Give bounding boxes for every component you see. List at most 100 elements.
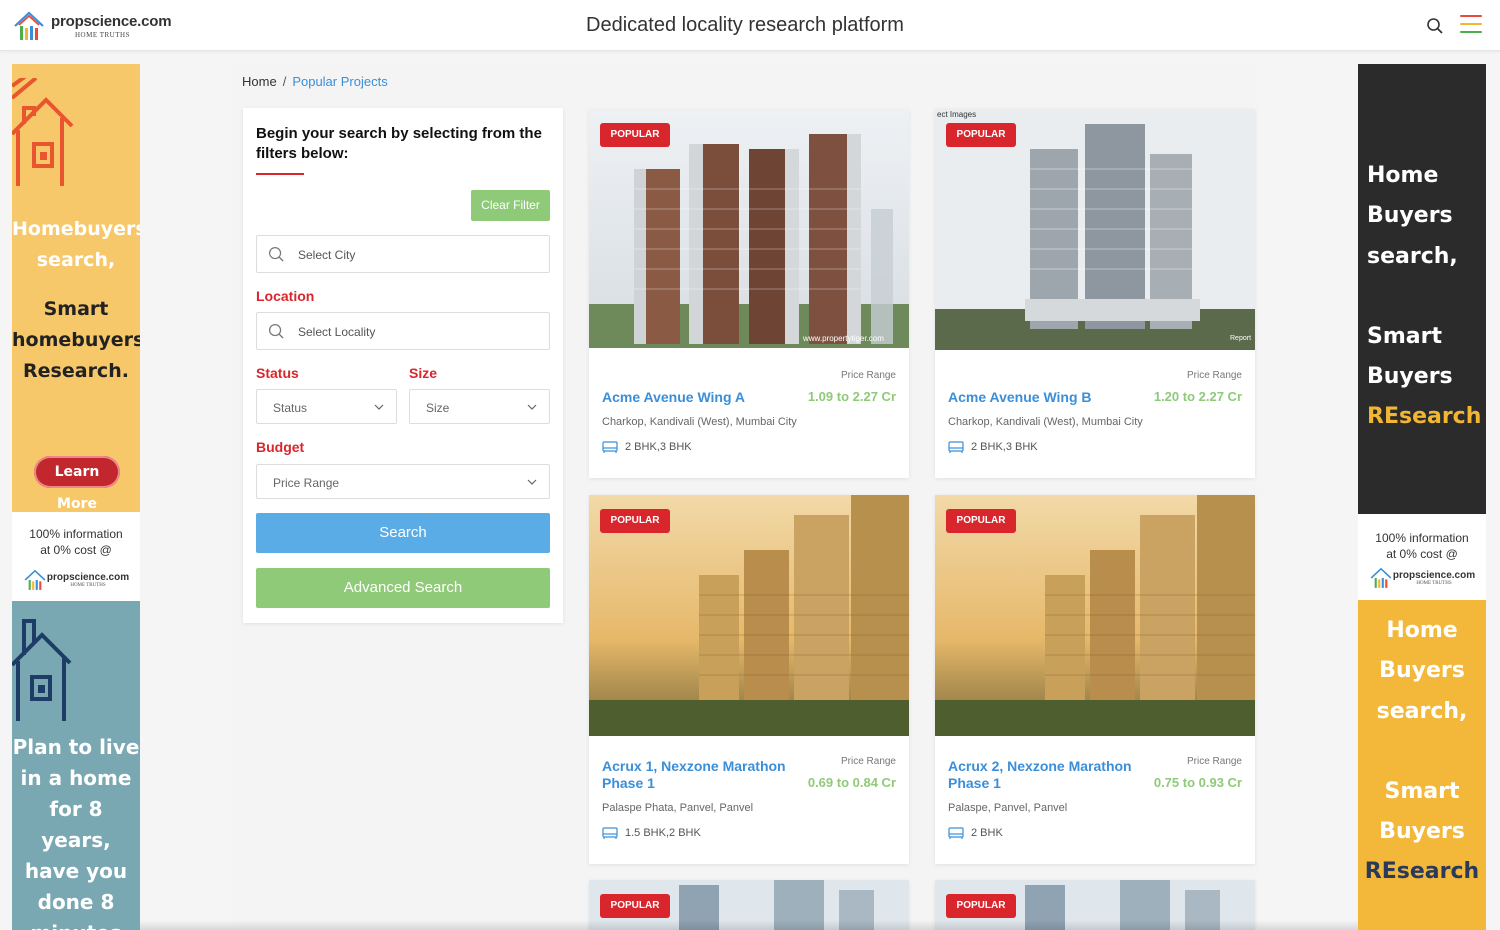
image-watermark: www.propertytiger.com (802, 334, 884, 343)
project-location: Palaspe, Panvel, Panvel (948, 802, 1068, 814)
hamburger-menu-icon[interactable] (1460, 15, 1482, 37)
ad-right-line: Buyers (1379, 819, 1465, 845)
price-range-value: 1.09 to 2.27 Cr (807, 389, 896, 404)
chevron-down-icon (374, 404, 384, 410)
price-range-label: Price Range (840, 370, 896, 381)
ad-info-line1: 100% information (1375, 531, 1469, 545)
project-card[interactable]: POPULAR Acrux 1, Nexzone Marathon Phase … (589, 495, 909, 864)
search-icon[interactable] (1426, 17, 1444, 35)
ad-logo-sub: HOME TRUTHS (70, 583, 106, 588)
popular-badge: POPULAR (600, 509, 670, 533)
ad-info-right[interactable]: 100% information at 0% cost @ propscienc… (1358, 514, 1486, 600)
breadcrumb-home[interactable]: Home (242, 74, 277, 89)
project-bhk: 2 BHK (948, 826, 1003, 840)
heading-underline (256, 173, 304, 175)
project-name[interactable]: Acrux 2, Nexzone Marathon Phase 1 (948, 758, 1138, 792)
filter-heading: Begin your search by selecting from the … (256, 125, 542, 162)
bed-icon (948, 441, 964, 453)
report-label: Report (1230, 335, 1251, 342)
advanced-search-button[interactable]: Advanced Search (256, 568, 550, 608)
ad-right-line: Buyers (1367, 364, 1453, 390)
ad-right-line: search, (1367, 243, 1458, 269)
project-name[interactable]: Acrux 1, Nexzone Marathon Phase 1 (602, 758, 792, 792)
budget-select[interactable]: Price Range (256, 464, 550, 499)
status-value: Status (273, 401, 308, 415)
page-title: Dedicated locality research platform (586, 14, 904, 36)
ad-right-line: Smart (1384, 778, 1460, 804)
breadcrumb-separator: / (282, 74, 287, 89)
bhk-text: 1.5 BHK,2 BHK (625, 827, 701, 839)
breadcrumb: Home / Popular Projects (242, 74, 388, 89)
project-card[interactable]: ect Images Report POPULAR Acme Avenue Wi… (935, 109, 1255, 478)
ad-info-line1: 100% information (29, 527, 123, 541)
learn-more-button[interactable]: Learn More (34, 456, 120, 512)
ad-left-line2: Smart homebuyers Research. (12, 298, 140, 382)
status-label: Status (256, 365, 299, 381)
ad-logo-sub: HOME TRUTHS (1416, 581, 1452, 586)
locality-placeholder: Select Locality (298, 325, 376, 339)
location-label: Location (256, 288, 315, 304)
city-search-input[interactable]: Select City (256, 235, 550, 273)
project-card[interactable]: POPULAR Acrux 2, Nexzone Marathon Phase … (935, 495, 1255, 864)
search-icon (268, 246, 284, 262)
ad-right-line: Home (1367, 163, 1439, 188)
project-name[interactable]: Acme Avenue Wing A (602, 389, 792, 406)
budget-label: Budget (256, 439, 305, 455)
bed-icon (602, 827, 618, 839)
breadcrumb-current[interactable]: Popular Projects (292, 74, 387, 89)
project-location: Charkop, Kandivali (West), Mumbai City (602, 416, 797, 428)
price-range-value: 1.20 to 2.27 Cr (1153, 389, 1242, 404)
chevron-down-icon (527, 479, 537, 485)
bhk-text: 2 BHK,3 BHK (625, 441, 692, 453)
project-bhk: 2 BHK,3 BHK (602, 440, 692, 454)
project-location: Charkop, Kandivali (West), Mumbai City (948, 416, 1143, 428)
size-label: Size (409, 365, 438, 381)
filter-panel: Begin your search by selecting from the … (243, 108, 563, 623)
project-name[interactable]: Acme Avenue Wing B (948, 389, 1138, 406)
house-logo-icon (24, 569, 46, 590)
ad-info-left[interactable]: 100% information at 0% cost @ propscienc… (12, 512, 140, 602)
house-icon (12, 78, 74, 186)
status-select[interactable]: Status (256, 389, 397, 424)
top-header: propscience.com HOME TRUTHS Dedicated lo… (0, 0, 1500, 51)
popular-badge: POPULAR (946, 894, 1016, 918)
ad-right-line: REsearch (1364, 859, 1480, 885)
ad-logo-name: propscience.com (1392, 570, 1476, 581)
locality-search-input[interactable]: Select Locality (256, 312, 550, 350)
price-range-label: Price Range (1186, 756, 1242, 767)
bed-icon (948, 827, 964, 839)
ad-banner-right-bottom[interactable]: Home Buyers search, Smart Buyers REsearc… (1358, 600, 1486, 930)
ad-info-line2: at 0% cost @ (1386, 547, 1458, 561)
ad-banner-left-bottom[interactable]: Plan to live in a home for 8 years, have… (12, 601, 140, 930)
popular-badge: POPULAR (946, 123, 1016, 147)
ad-info-line2: at 0% cost @ (40, 543, 112, 557)
ad-right-line: REsearch (1367, 404, 1482, 430)
house-logo-icon (1370, 567, 1392, 588)
clear-filter-button[interactable]: Clear Filter (471, 190, 550, 221)
scroll-fade (140, 920, 1358, 930)
project-card[interactable]: www.propertytiger.com POPULAR Acme Avenu… (589, 109, 909, 478)
ad-right-line: Home (1386, 618, 1458, 643)
bed-icon (602, 441, 618, 453)
house-icon (12, 619, 72, 721)
project-bhk: 2 BHK,3 BHK (948, 440, 1038, 454)
search-icon (268, 323, 284, 339)
image-caption: ect Images (937, 110, 976, 119)
ad-banner-left-top[interactable]: Homebuyers search, Smart homebuyers Rese… (12, 64, 140, 512)
bhk-text: 2 BHK (971, 827, 1003, 839)
city-placeholder: Select City (298, 248, 356, 262)
bhk-text: 2 BHK,3 BHK (971, 441, 1038, 453)
project-bhk: 1.5 BHK,2 BHK (602, 826, 701, 840)
search-button[interactable]: Search (256, 513, 550, 553)
ad-banner-right-top[interactable]: Home Buyers search, Smart Buyers REsearc… (1358, 64, 1486, 514)
price-range-value: 0.69 to 0.84 Cr (807, 775, 896, 790)
ad-left-line1: Homebuyers search, (12, 218, 140, 271)
popular-badge: POPULAR (600, 894, 670, 918)
budget-value: Price Range (273, 476, 340, 490)
project-location: Palaspe Phata, Panvel, Panvel (602, 802, 754, 814)
popular-badge: POPULAR (600, 123, 670, 147)
ad-logo-name: propscience.com (46, 572, 130, 583)
price-range-label: Price Range (840, 756, 896, 767)
size-select[interactable]: Size (409, 389, 550, 424)
size-value: Size (426, 401, 450, 415)
